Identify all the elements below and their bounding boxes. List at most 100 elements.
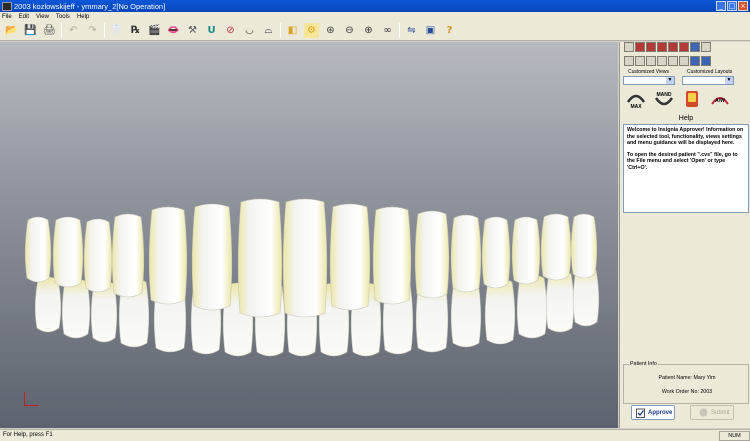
mandible-icon[interactable]: ⌓ [261, 23, 276, 38]
zoom-icon[interactable] [635, 56, 645, 66]
bracket-icon[interactable]: ⊛ [323, 23, 338, 38]
menu-edit[interactable]: Edit [19, 14, 29, 20]
clapboard-icon[interactable]: 🎬 [147, 23, 162, 38]
upper-tooth[interactable] [540, 213, 572, 281]
upper-tooth[interactable] [111, 213, 145, 298]
customized-views-label: Customized Views [628, 69, 670, 75]
upper-tooth[interactable] [83, 218, 113, 293]
front-view-icon[interactable] [624, 42, 634, 52]
rotate-icon[interactable] [668, 56, 678, 66]
camera-icon[interactable] [690, 42, 700, 52]
attachments-button[interactable]: A/W [709, 88, 731, 110]
menu-bar: File Edit View Tools Help [0, 12, 750, 21]
tooth-chart-icon[interactable]: 🦷 [109, 23, 124, 38]
approve-button[interactable]: Approve [631, 405, 675, 420]
customized-layouts-select[interactable]: ▼ [682, 76, 734, 85]
menu-view[interactable]: View [36, 14, 49, 20]
save-icon[interactable]: 💾 [23, 23, 38, 38]
menu-file[interactable]: File [2, 14, 12, 20]
open-file-icon[interactable]: 📂 [4, 23, 19, 38]
status-text: For Help, press F1 [3, 432, 53, 438]
work-order: Work Order No: 2003 [661, 389, 713, 395]
prescription-icon[interactable]: ℞ [128, 23, 143, 38]
lower-tooth[interactable] [484, 278, 516, 345]
tool-icon[interactable]: ⚒ [185, 23, 200, 38]
3d-viewport[interactable] [0, 42, 618, 428]
help-heading: Help [678, 115, 694, 122]
upper-tooth[interactable] [570, 213, 598, 279]
cube-icon[interactable]: ◧ [285, 23, 300, 38]
minimize-button[interactable]: _ [716, 1, 726, 11]
customized-layouts-label: Customized Layouts [687, 69, 733, 75]
pointer-icon[interactable] [679, 56, 689, 66]
submit-icon [699, 408, 708, 417]
smile-icon[interactable]: ◡ [242, 23, 257, 38]
upper-tooth[interactable] [450, 214, 482, 293]
upper-tooth[interactable] [24, 216, 52, 283]
view-icon-row-1 [624, 42, 711, 52]
marker-alt-icon[interactable] [701, 56, 711, 66]
lips-icon[interactable]: 👄 [166, 23, 181, 38]
upper-tooth[interactable] [52, 216, 84, 288]
pan-icon[interactable] [657, 56, 667, 66]
left-view-icon[interactable] [657, 42, 667, 52]
axis-indicator-x [24, 405, 39, 406]
lower-view-icon[interactable] [646, 42, 656, 52]
chevron-down-icon: ▼ [666, 77, 674, 84]
lower-tooth[interactable] [545, 270, 575, 333]
mandible-toggle-button[interactable]: MAND [653, 88, 675, 110]
tooth-detail-button[interactable] [681, 88, 703, 110]
gear-icon[interactable]: ⚙ [304, 23, 319, 38]
redo-icon[interactable]: ↷ [85, 23, 100, 38]
print-icon[interactable]: 🖨 [42, 23, 57, 38]
dial-icon[interactable]: ⊘ [223, 23, 238, 38]
clipboard-check-icon [636, 408, 645, 418]
maximize-button[interactable]: □ [727, 1, 737, 11]
grid-view-icon[interactable] [701, 42, 711, 52]
upper-tooth[interactable] [414, 210, 450, 299]
lower-tooth[interactable] [34, 276, 62, 333]
marker-icon[interactable] [690, 56, 700, 66]
upper-tooth[interactable] [191, 203, 233, 311]
upper-tooth[interactable] [148, 206, 188, 305]
maxilla-icon: MAX [626, 94, 646, 110]
toolbar-separator [61, 23, 62, 38]
help-icon[interactable]: ? [442, 23, 457, 38]
upper-tooth[interactable] [372, 206, 412, 305]
lower-tooth[interactable] [61, 278, 91, 339]
upper-tooth[interactable] [511, 216, 541, 285]
undo-icon[interactable]: ↶ [66, 23, 81, 38]
wire-icon[interactable]: ⊖ [342, 23, 357, 38]
upper-tooth[interactable] [329, 203, 371, 311]
status-bar: For Help, press F1 NUM [0, 429, 750, 441]
axis-indicator-y [24, 392, 25, 406]
toolbar-separator [280, 23, 281, 38]
dental-arch-model[interactable] [0, 42, 618, 428]
arch-icon[interactable]: U [204, 23, 219, 38]
num-lock-indicator: NUM [719, 431, 750, 441]
upper-view-icon[interactable] [635, 42, 645, 52]
tooth-icon [686, 91, 698, 107]
monitor-icon[interactable]: ▣ [423, 23, 438, 38]
occlusal-view-icon[interactable] [679, 42, 689, 52]
patient-name: Patient Name: Mary Yim [658, 375, 716, 381]
upper-tooth[interactable] [282, 198, 328, 318]
upper-tooth[interactable] [237, 198, 283, 318]
menu-tools[interactable]: Tools [56, 14, 70, 20]
search-icon[interactable] [646, 56, 656, 66]
help-paragraph: To open the desired patient ".cvs" file,… [627, 151, 738, 171]
jaw-icon[interactable]: ⊕ [361, 23, 376, 38]
menu-help[interactable]: Help [77, 14, 89, 20]
submit-button[interactable]: Submit [690, 405, 734, 420]
patient-info-label: Patient Info [629, 361, 658, 367]
approve-label: Approve [648, 409, 673, 416]
customized-views-select[interactable]: ▼ [623, 76, 675, 85]
upper-tooth[interactable] [481, 216, 511, 289]
right-view-icon[interactable] [668, 42, 678, 52]
close-button[interactable]: × [738, 1, 748, 11]
lower-tooth[interactable] [516, 274, 548, 339]
occlusion-icon[interactable]: ∞ [380, 23, 395, 38]
toggle-panel-icon[interactable]: ⇋ [404, 23, 419, 38]
zoom-window-icon[interactable] [624, 56, 634, 66]
maxilla-toggle-button[interactable]: MAX [625, 88, 647, 110]
